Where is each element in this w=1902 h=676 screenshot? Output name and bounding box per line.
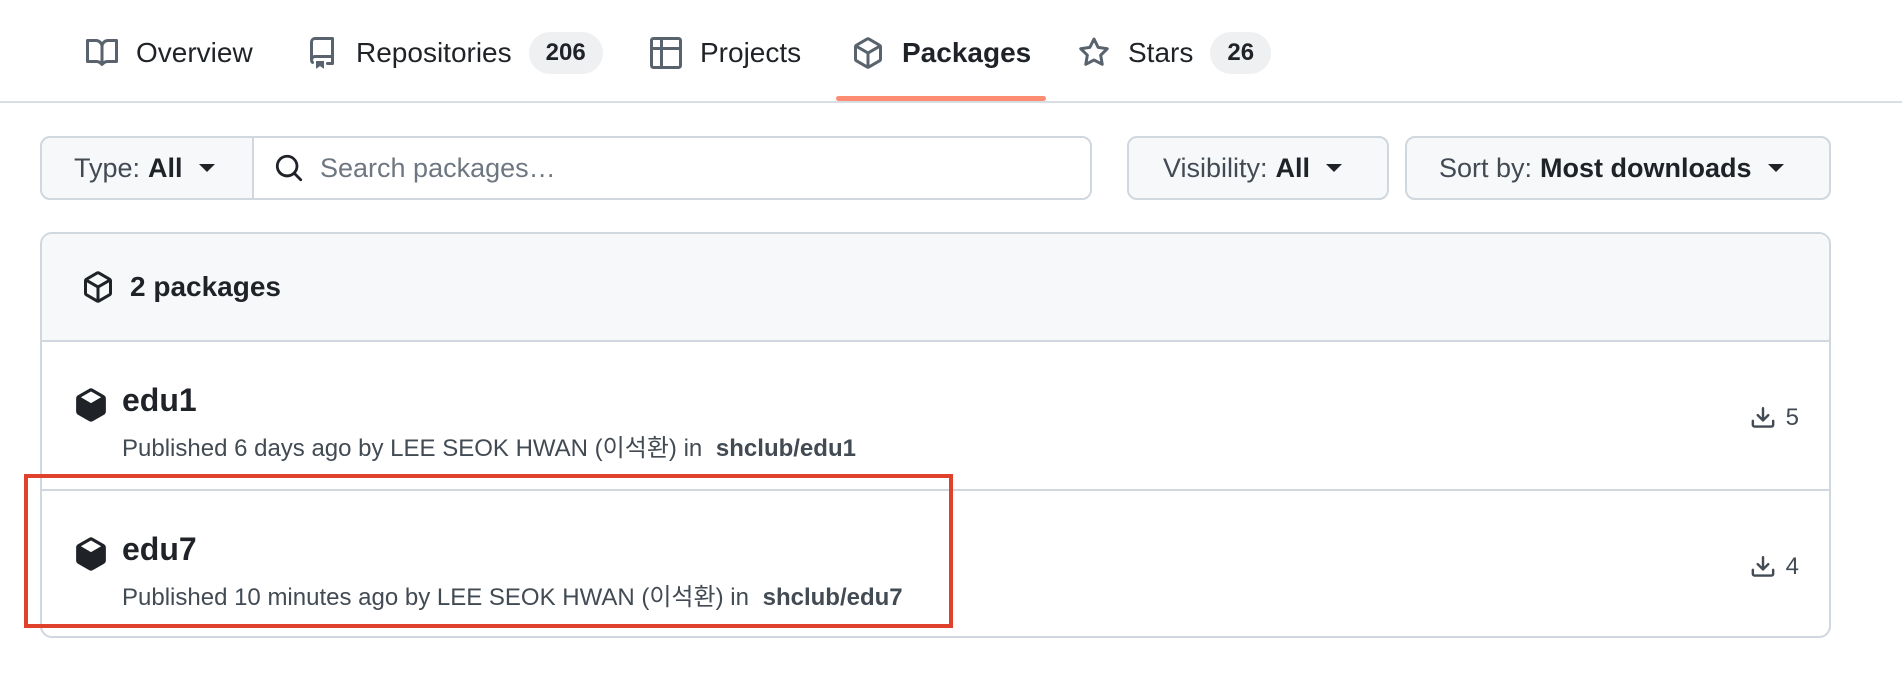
container-icon bbox=[76, 388, 106, 422]
tab-projects-label: Projects bbox=[700, 37, 802, 68]
repo-icon bbox=[310, 37, 334, 69]
package-published-info: Published 6 days ago by LEE SEOK HWAN (이… bbox=[122, 428, 856, 463]
packages-list-header: 2 packages bbox=[42, 234, 1829, 342]
tab-stars[interactable]: Stars 26 bbox=[1078, 28, 1272, 78]
caret-down-icon bbox=[1767, 164, 1784, 172]
type-filter-value: All bbox=[148, 152, 183, 183]
book-icon bbox=[86, 38, 118, 66]
download-count: 4 bbox=[1785, 553, 1799, 580]
download-icon bbox=[1751, 556, 1775, 577]
selected-tab-underline bbox=[836, 96, 1046, 101]
visibility-filter-button[interactable]: Visibility: All bbox=[1127, 136, 1389, 200]
repositories-count-badge: 206 bbox=[528, 32, 603, 74]
search-packages-box bbox=[252, 136, 1092, 200]
visibility-filter-value: All bbox=[1275, 152, 1311, 183]
profile-tab-nav: Overview Repositories 206 Projects Packa… bbox=[0, 0, 1902, 103]
package-icon bbox=[854, 37, 882, 69]
tab-projects[interactable]: Projects bbox=[650, 28, 801, 78]
container-icon bbox=[76, 537, 106, 571]
search-icon bbox=[275, 154, 303, 182]
package-row: edu7 Published 10 minutes ago by LEE SEO… bbox=[42, 489, 1829, 636]
package-downloads: 4 bbox=[1750, 553, 1799, 581]
package-published-text: Published 6 days ago by LEE SEOK HWAN (이… bbox=[122, 435, 703, 462]
package-row: edu1 Published 6 days ago by LEE SEOK HW… bbox=[42, 342, 1829, 489]
caret-down-icon bbox=[1326, 164, 1343, 172]
stars-count-badge: 26 bbox=[1210, 32, 1272, 74]
star-icon bbox=[1079, 37, 1109, 66]
package-published-info: Published 10 minutes ago by LEE SEOK HWA… bbox=[122, 577, 903, 612]
package-icon bbox=[84, 271, 112, 303]
caret-down-icon bbox=[198, 164, 215, 172]
tab-repositories[interactable]: Repositories 206 bbox=[306, 28, 603, 78]
search-packages-input[interactable] bbox=[318, 151, 1062, 185]
package-name-link[interactable]: edu7 bbox=[122, 531, 197, 568]
packages-list: 2 packages edu1 Published 6 days ago by … bbox=[40, 232, 1831, 638]
tab-repositories-label: Repositories bbox=[356, 37, 512, 68]
tab-packages[interactable]: Packages bbox=[852, 28, 1031, 78]
visibility-filter-label: Visibility: bbox=[1163, 152, 1268, 183]
tab-overview-label: Overview bbox=[136, 37, 253, 68]
type-filter-button[interactable]: Type: All bbox=[40, 136, 254, 200]
table-icon bbox=[650, 37, 682, 69]
package-name-link[interactable]: edu1 bbox=[122, 382, 197, 419]
sort-by-label: Sort by: bbox=[1439, 152, 1533, 183]
tab-overview[interactable]: Overview bbox=[86, 28, 253, 78]
package-repo-link[interactable]: shclub/edu7 bbox=[763, 584, 903, 611]
package-downloads: 5 bbox=[1750, 404, 1799, 432]
type-filter-label: Type: bbox=[74, 152, 141, 183]
tab-stars-label: Stars bbox=[1128, 37, 1194, 68]
packages-count: 2 packages bbox=[130, 271, 281, 302]
download-icon bbox=[1751, 407, 1775, 428]
download-count: 5 bbox=[1785, 404, 1799, 431]
sort-by-value: Most downloads bbox=[1540, 152, 1752, 183]
package-published-text: Published 10 minutes ago by LEE SEOK HWA… bbox=[122, 584, 749, 611]
tab-packages-label: Packages bbox=[902, 37, 1032, 68]
sort-by-button[interactable]: Sort by: Most downloads bbox=[1405, 136, 1831, 200]
package-repo-link[interactable]: shclub/edu1 bbox=[716, 435, 856, 462]
